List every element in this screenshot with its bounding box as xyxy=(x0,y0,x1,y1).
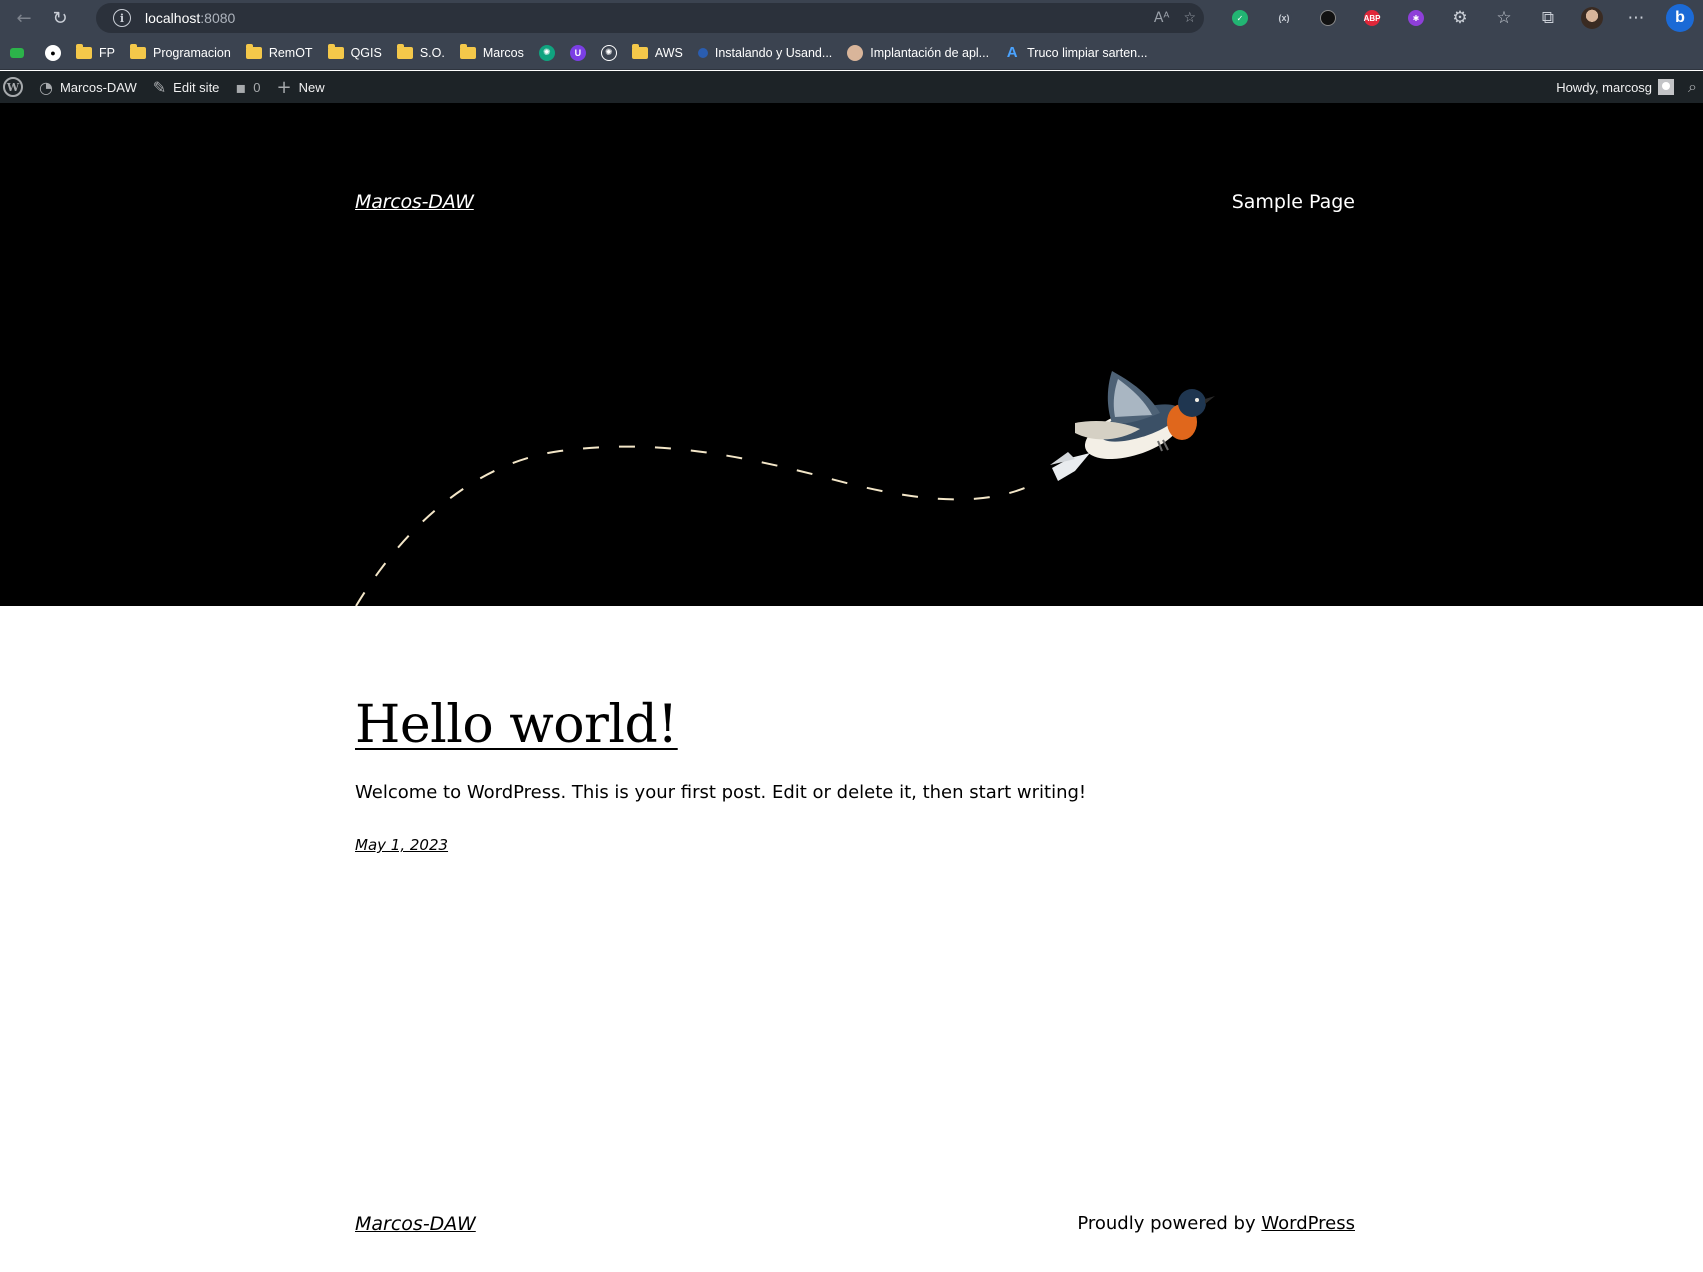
wp-admin-bar: W ◔ Marcos-DAW ✎ Edit site ▪ 0 + New Howdy, … xyxy=(0,71,1703,103)
admin-new-content[interactable]: + New xyxy=(269,71,333,103)
bird-icon xyxy=(1050,371,1215,481)
extensions-row: ✓ (x) ABP ✱ ⚙ ☆ ⧉ ⋯ b xyxy=(1218,0,1702,36)
address-url[interactable]: localhost:8080 xyxy=(145,10,235,26)
footer-site-title-link[interactable]: Marcos-DAW xyxy=(355,1213,476,1235)
collections-icon[interactable]: ⧉ xyxy=(1526,0,1570,36)
bookmark-folder-so[interactable]: S.O. xyxy=(396,43,445,60)
extensions-puzzle-icon[interactable]: ⚙ xyxy=(1438,0,1482,36)
folder-icon xyxy=(129,43,146,59)
folder-icon xyxy=(327,43,344,59)
wordpress-logo-icon: W xyxy=(3,77,23,97)
add-favorite-icon[interactable]: ☆ xyxy=(1183,10,1196,26)
bookmark-folder-remot[interactable]: RemOT xyxy=(245,43,313,60)
bing-chat-icon[interactable]: b xyxy=(1658,0,1702,36)
folder-icon xyxy=(76,43,92,59)
bookmark-folder-marcos[interactable]: Marcos xyxy=(459,43,524,60)
admin-edit-site[interactable]: ✎ Edit site xyxy=(145,71,228,103)
bookmark-folder-aws[interactable]: AWS xyxy=(631,43,683,60)
refresh-icon[interactable]: ↻ xyxy=(42,0,78,36)
folder-icon xyxy=(396,43,413,59)
bookmark-truco[interactable]: A Truco limpiar sarten... xyxy=(1004,44,1148,61)
edit-site-label: Edit site xyxy=(173,79,220,95)
bird-flight-illustration xyxy=(355,371,1215,606)
bookmark-label: RemOT xyxy=(268,45,313,60)
shield-extension-icon[interactable] xyxy=(1306,0,1350,36)
admin-account-menu[interactable]: Howdy, marcosg xyxy=(1548,71,1682,103)
footer-credit: Proudly powered by WordPress xyxy=(1077,1213,1355,1234)
bookmark-openai-icon[interactable]: ✺ xyxy=(600,44,617,61)
post-title-link[interactable]: Hello world! xyxy=(355,695,678,755)
bookmark-folder-programacion[interactable]: Programacion xyxy=(129,43,231,60)
plus-icon: + xyxy=(276,76,292,98)
address-bar[interactable]: i localhost:8080 Aᴬ ☆ xyxy=(96,3,1204,33)
folder-icon xyxy=(245,43,262,59)
howdy-label: Howdy, marcosg xyxy=(1556,79,1653,95)
bookmark-folder-fp[interactable]: FP xyxy=(76,43,115,60)
bookmark-label: AWS xyxy=(654,45,683,60)
site-header-hero: Marcos-DAW Sample Page xyxy=(0,103,1703,606)
wp-logo-menu[interactable]: W xyxy=(0,71,31,103)
more-options-icon[interactable]: ⋯ xyxy=(1614,0,1658,36)
read-aloud-icon[interactable]: Aᴬ xyxy=(1154,10,1170,26)
search-icon xyxy=(697,47,708,58)
bookmark-label: S.O. xyxy=(419,45,445,60)
wordpress-link[interactable]: WordPress xyxy=(1261,1213,1355,1234)
bookmark-label: QGIS xyxy=(350,45,382,60)
folder-icon xyxy=(459,43,476,59)
new-label: New xyxy=(298,79,325,95)
post-excerpt: Welcome to WordPress. This is your first… xyxy=(355,782,1087,803)
url-host: localhost xyxy=(145,10,201,26)
user-avatar xyxy=(1658,79,1675,95)
bookmark-chatgpt-icon[interactable]: ✺ xyxy=(538,44,555,61)
footer-credit-prefix: Proudly powered by xyxy=(1077,1213,1262,1234)
bookmark-label: Marcos xyxy=(482,45,524,60)
comments-count: 0 xyxy=(253,79,261,95)
bookmark-github-icon[interactable]: ● xyxy=(45,44,61,61)
bookmark-green-stack-icon[interactable] xyxy=(10,47,24,58)
bookmark-purple-app-icon[interactable]: U xyxy=(569,44,586,61)
dashboard-icon: ◔ xyxy=(39,77,53,97)
admin-search-icon[interactable]: ⌕ xyxy=(1682,71,1703,103)
bookmarks-bar: ● FP Programacion RemOT QGIS S.O. Marcos… xyxy=(0,36,1703,70)
url-port: :8080 xyxy=(200,10,236,26)
shield-check-extension-icon[interactable]: ✓ xyxy=(1218,0,1262,36)
comment-bubble-icon: ▪ xyxy=(235,77,247,97)
letter-a-icon: A xyxy=(1006,44,1018,61)
browser-toolbar: ← ↻ i localhost:8080 Aᴬ ☆ ✓ (x) ABP ✱ ⚙ … xyxy=(0,0,1703,36)
edit-brush-icon: ✎ xyxy=(152,77,167,97)
purple-extension-icon[interactable]: ✱ xyxy=(1394,0,1438,36)
bookmark-label: FP xyxy=(99,45,115,60)
bookmark-implantacion[interactable]: Implantación de apl... xyxy=(847,44,990,61)
bracket-extension-icon[interactable]: (x) xyxy=(1262,0,1306,36)
back-arrow-icon[interactable]: ← xyxy=(6,0,42,36)
folder-icon xyxy=(631,43,648,59)
bookmark-label: Instalando y Usand... xyxy=(714,45,833,60)
favorites-icon[interactable]: ☆ xyxy=(1482,0,1526,36)
site-info-icon[interactable]: i xyxy=(113,9,131,27)
profile-avatar[interactable] xyxy=(1570,0,1614,36)
adblock-plus-icon[interactable]: ABP xyxy=(1350,0,1394,36)
post-date-link[interactable]: May 1, 2023 xyxy=(355,836,448,854)
bookmark-label: Truco limpiar sarten... xyxy=(1027,45,1148,60)
bookmark-label: Programacion xyxy=(152,45,231,60)
bookmark-instalando[interactable]: Instalando y Usand... xyxy=(697,45,833,60)
bookmark-label: Implantación de apl... xyxy=(870,45,990,60)
flight-path-dashed xyxy=(355,445,1041,606)
admin-site-name[interactable]: ◔ Marcos-DAW xyxy=(31,71,145,103)
bookmark-folder-qgis[interactable]: QGIS xyxy=(327,43,382,60)
admin-comments[interactable]: ▪ 0 xyxy=(227,71,268,103)
avatar-icon xyxy=(847,44,864,61)
admin-site-name-label: Marcos-DAW xyxy=(59,79,137,95)
